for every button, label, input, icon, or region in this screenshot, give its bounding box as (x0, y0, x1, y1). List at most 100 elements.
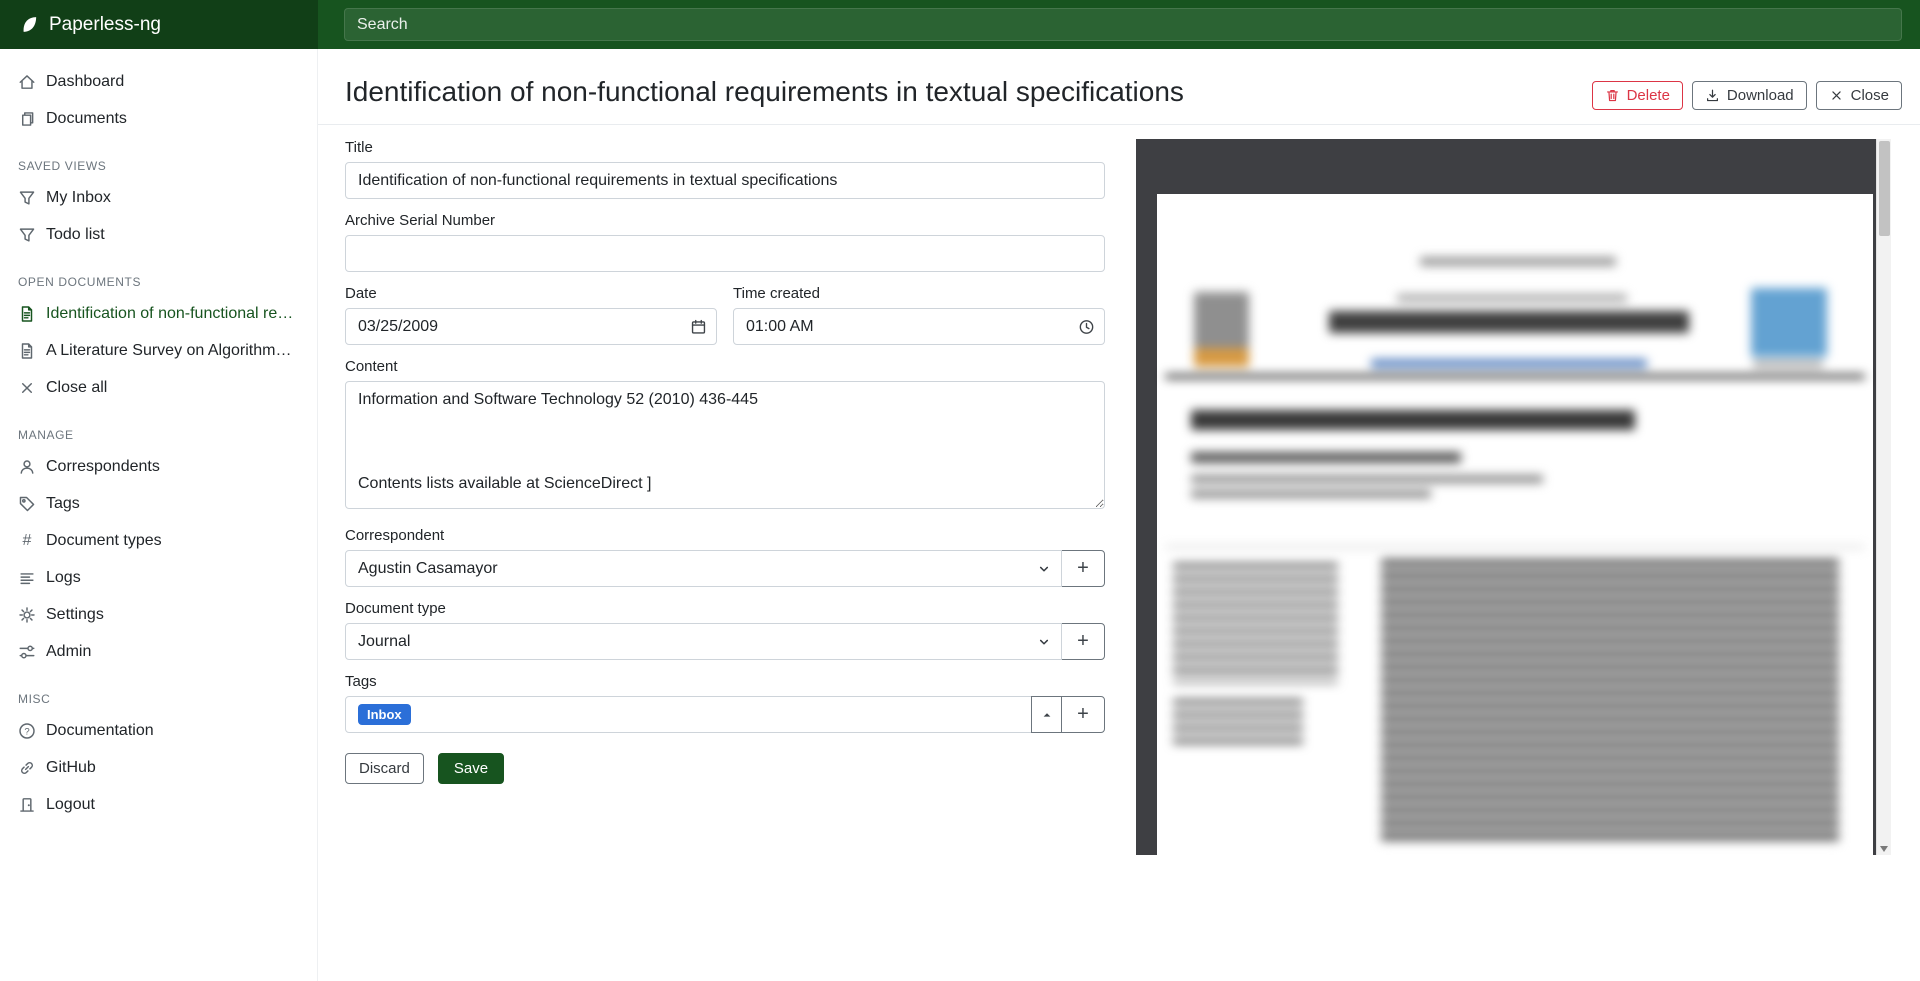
sidebar-item-github[interactable]: GitHub (0, 749, 317, 786)
asn-field: Archive Serial Number (345, 212, 1105, 272)
download-icon (1705, 88, 1720, 103)
download-button[interactable]: Download (1692, 81, 1807, 110)
chevron-down-icon (1037, 562, 1051, 576)
person-icon (18, 458, 36, 476)
tags-input[interactable]: Inbox (345, 696, 1032, 733)
sidebar-heading-misc: MISC (0, 670, 317, 712)
title-field: Title (345, 139, 1105, 199)
sidebar-item-documents[interactable]: Documents (0, 100, 317, 137)
sidebar-open-document-1[interactable]: Identification of non-functional require… (0, 295, 317, 332)
pdf-scrollbar-thumb[interactable] (1879, 141, 1890, 236)
asn-input[interactable] (345, 235, 1105, 272)
pdf-page (1157, 194, 1873, 855)
sidebar-item-settings[interactable]: Settings (0, 596, 317, 633)
sidebar-item-correspondents[interactable]: Correspondents (0, 448, 317, 485)
chevron-down-icon (1037, 635, 1051, 649)
time-created-field: Time created (733, 285, 1105, 345)
blur-shape (1191, 490, 1431, 498)
sidebar-item-logs[interactable]: Logs (0, 559, 317, 596)
content-textarea[interactable]: Information and Software Technology 52 (… (345, 381, 1105, 509)
sidebar-item-logout[interactable]: Logout (0, 786, 317, 823)
sidebar-item-close-all[interactable]: Close all (0, 369, 317, 406)
sidebar-item-todo-list[interactable]: Todo list (0, 216, 317, 253)
tags-field: Tags Inbox + (345, 673, 1105, 733)
trash-icon (1605, 88, 1620, 103)
sidebar-item-tags[interactable]: Tags (0, 485, 317, 522)
caret-up-icon (1041, 709, 1053, 721)
brand-name: Paperless-ng (49, 14, 161, 36)
close-button[interactable]: Close (1816, 81, 1902, 110)
sidebar-item-my-inbox[interactable]: My Inbox (0, 179, 317, 216)
blur-shape (1751, 288, 1827, 357)
content-label: Content (345, 358, 1105, 375)
sidebar-heading-manage: MANAGE (0, 406, 317, 448)
house-icon (18, 73, 36, 91)
time-created-input[interactable] (733, 308, 1105, 345)
date-input[interactable] (345, 308, 717, 345)
tag-badge-inbox[interactable]: Inbox (358, 704, 411, 726)
sidebar-item-document-types[interactable]: # Document types (0, 522, 317, 559)
scroll-down-arrow-icon[interactable] (1880, 846, 1888, 852)
x-icon (18, 379, 36, 397)
funnel-icon (18, 226, 36, 244)
discard-button[interactable]: Discard (345, 753, 424, 784)
title-input[interactable] (345, 162, 1105, 199)
pdf-preview[interactable] (1136, 139, 1891, 855)
files-icon (18, 110, 36, 128)
document-type-field: Document type Journal + (345, 600, 1105, 660)
blur-shape (1420, 257, 1616, 266)
svg-text:?: ? (24, 726, 29, 737)
save-button[interactable]: Save (438, 753, 504, 784)
sidebar-item-dashboard[interactable]: Dashboard (0, 63, 317, 100)
sidebar-open-document-2[interactable]: A Literature Survey on Algorithms for Mu… (0, 332, 317, 369)
blur-shape (1173, 563, 1338, 683)
toggles-icon (18, 643, 36, 661)
brand-link[interactable]: Paperless-ng (0, 0, 318, 49)
blur-shape (1165, 374, 1865, 379)
blur-shape (1191, 475, 1543, 483)
blur-shape (1397, 294, 1627, 302)
add-document-type-button[interactable]: + (1061, 623, 1105, 660)
blur-shape (1371, 359, 1647, 368)
document-body: Title Archive Serial Number Date (318, 125, 1920, 855)
blur-shape (1194, 348, 1249, 367)
blur-shape (1753, 361, 1823, 367)
add-correspondent-button[interactable]: + (1061, 550, 1105, 587)
correspondent-value: Agustin Casamayor (358, 560, 498, 578)
pdf-scrollbar[interactable] (1876, 139, 1891, 855)
date-field: Date (345, 285, 717, 345)
sidebar: Dashboard Documents SAVED VIEWS My Inbox… (0, 49, 318, 981)
leaf-logo-icon (20, 15, 39, 34)
asn-label: Archive Serial Number (345, 212, 1105, 229)
correspondent-field: Correspondent Agustin Casamayor + (345, 527, 1105, 587)
calendar-icon[interactable] (690, 318, 707, 335)
document-type-select[interactable]: Journal (345, 623, 1062, 660)
link-icon (18, 759, 36, 777)
list-icon (18, 569, 36, 587)
gear-icon (18, 606, 36, 624)
tags-dropdown-toggle[interactable] (1031, 696, 1062, 733)
file-text-icon (18, 305, 36, 323)
add-tag-button[interactable]: + (1061, 696, 1105, 733)
app-root: Paperless-ng Dashboard Documents SAVED V… (0, 0, 1920, 981)
clock-icon[interactable] (1078, 318, 1095, 335)
x-icon (1829, 88, 1844, 103)
navbar-search-area (318, 0, 1920, 49)
sidebar-item-documentation[interactable]: ? Documentation (0, 712, 317, 749)
sidebar-heading-open-documents: OPEN DOCUMENTS (0, 253, 317, 295)
content-field: Content Information and Software Technol… (345, 358, 1105, 514)
delete-button[interactable]: Delete (1592, 81, 1683, 110)
search-input[interactable] (344, 8, 1902, 41)
blur-shape (1191, 452, 1461, 463)
document-actions: Delete Download Close (1592, 75, 1902, 110)
question-circle-icon: ? (18, 722, 36, 740)
page-title: Identification of non-functional require… (345, 75, 1184, 109)
blur-shape (1381, 559, 1839, 844)
correspondent-select[interactable]: Agustin Casamayor (345, 550, 1062, 587)
time-created-label: Time created (733, 285, 1105, 302)
form-actions: Discard Save (345, 753, 1105, 784)
document-type-label: Document type (345, 600, 1105, 617)
pdf-blurred-content (1157, 194, 1873, 855)
document-edit-form: Title Archive Serial Number Date (345, 139, 1105, 784)
sidebar-item-admin[interactable]: Admin (0, 633, 317, 670)
